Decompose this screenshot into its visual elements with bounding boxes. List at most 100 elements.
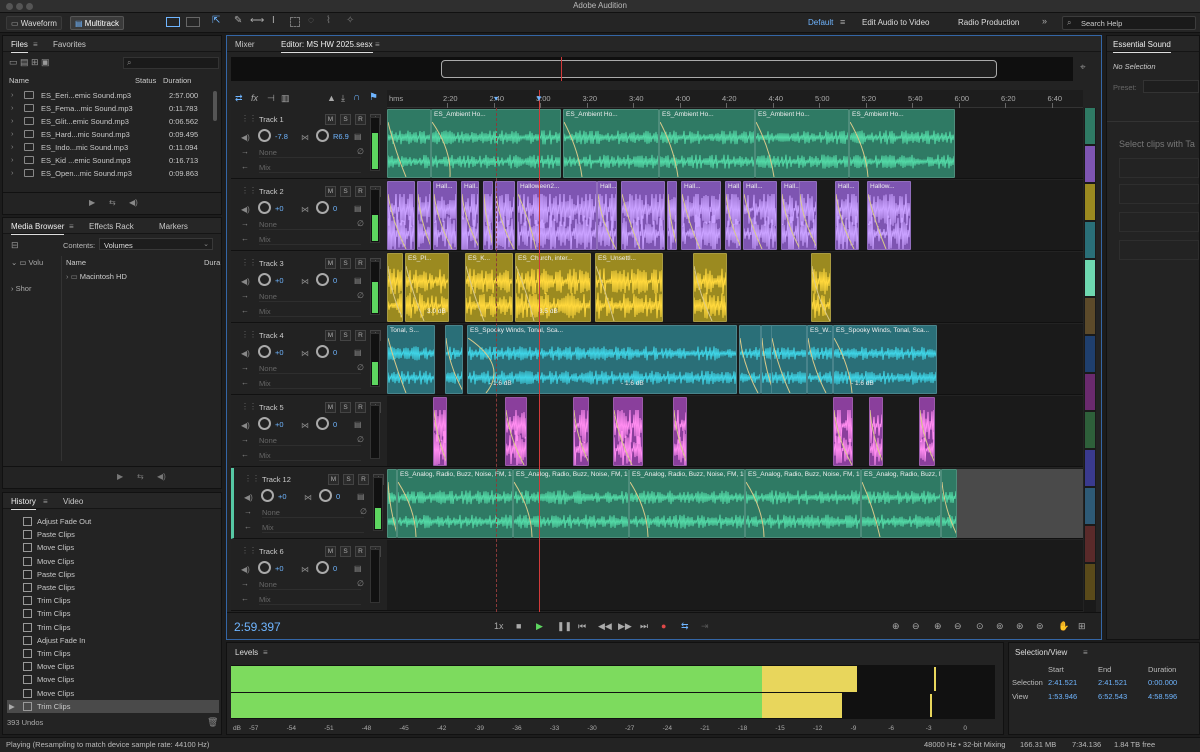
type-music[interactable] <box>1119 184 1199 204</box>
audio-clip[interactable] <box>573 397 589 466</box>
track-lane[interactable]: ES_Pl... ES_K... ES_Church, inter... ES_Uns… <box>387 252 1083 323</box>
drag-handle-icon[interactable]: ⋮⋮ <box>241 402 257 411</box>
speed-button[interactable]: 1x <box>494 621 504 631</box>
snap-icon[interactable]: ⤓ <box>341 93 345 104</box>
search-help-field[interactable]: ⌕ Search Help <box>1062 16 1196 30</box>
zoom-in-time-icon[interactable]: ⊕ <box>934 621 942 632</box>
pause-icon[interactable]: ❚❚ <box>557 621 572 632</box>
menu-icon[interactable]: ▤ <box>354 204 362 213</box>
output-select[interactable]: Mix <box>259 307 361 317</box>
file-row[interactable]: › ES_Open...mic Sound.mp3 0:09.863 <box>7 167 219 180</box>
zoom-tracks-icon[interactable]: ⊞ <box>1078 621 1086 632</box>
menu-icon[interactable]: ▤ <box>354 420 362 429</box>
track-lane[interactable]: ES_Ambient Ho... ES_Ambient Ho... ES_Ambie… <box>387 108 1083 179</box>
zoom-in-left-icon[interactable]: ⊛ <box>1016 621 1024 632</box>
history-item[interactable]: Move Clips <box>7 541 219 554</box>
history-item[interactable]: Trim Clips <box>7 607 219 620</box>
minimap-track[interactable] <box>1085 450 1095 486</box>
preset-dropdown[interactable] <box>1143 80 1199 93</box>
razor-tool-icon[interactable]: ✎ <box>234 15 242 26</box>
col-duration[interactable]: Duration <box>163 76 191 85</box>
audio-clip[interactable] <box>869 397 883 466</box>
fast-forward-icon[interactable]: ▶▶ <box>618 621 632 632</box>
col-name[interactable]: Name <box>9 76 29 85</box>
track-name[interactable]: Track 2 <box>259 187 284 196</box>
tab-files[interactable]: Files <box>11 40 28 53</box>
workspace-menu-icon[interactable]: ≡ <box>840 17 845 27</box>
pitch-view-icon[interactable] <box>186 17 200 27</box>
audio-clip[interactable] <box>621 181 665 250</box>
audio-clip[interactable] <box>387 109 431 178</box>
input-select[interactable]: None <box>259 148 361 158</box>
volume-value[interactable]: +0 <box>275 564 284 573</box>
audio-clip[interactable] <box>739 325 761 394</box>
zoom-in-right-icon[interactable]: ⊜ <box>1036 621 1044 632</box>
track-name[interactable]: Track 4 <box>259 331 284 340</box>
audio-clip[interactable]: Hallow... <box>867 181 911 250</box>
audio-clip[interactable] <box>433 397 447 466</box>
audio-clip[interactable]: ES_Analog, Radio, Buzz, Noise, FM, 100K.… <box>629 469 745 538</box>
selection-end[interactable]: 2:41.521 <box>1098 678 1127 687</box>
chevron-right-icon[interactable]: › <box>11 103 14 112</box>
volume-value[interactable]: +0 <box>275 276 284 285</box>
files-scrollbar[interactable] <box>213 91 217 121</box>
audio-clip[interactable]: ES_K... <box>465 253 513 322</box>
track-lane[interactable] <box>387 396 1083 467</box>
chevron-right-icon[interactable]: › <box>11 142 14 151</box>
time-ruler[interactable]: hms 2:20 2:40 3:00 3:20 3:40 4:00 4:20 4:40 5:00 5… <box>387 90 1083 108</box>
chevron-right-icon[interactable]: › <box>11 168 14 177</box>
track-name[interactable]: Track 5 <box>259 403 284 412</box>
volume-icon[interactable]: ◀) <box>157 472 166 481</box>
pan-value[interactable]: 0 <box>333 420 337 429</box>
volume-knob[interactable] <box>258 129 271 142</box>
tab-editor[interactable]: Editor: MS HW 2025.sesx <box>281 40 373 53</box>
tab-mixer[interactable]: Mixer <box>235 40 255 49</box>
pan-knob[interactable] <box>316 561 329 574</box>
track-header[interactable]: ⋮⋮Track 2MSRI◀)+0⋈0▤→None∅←Mix <box>231 180 387 251</box>
mute-button[interactable]: M <box>325 330 336 341</box>
volume-knob[interactable] <box>261 489 274 502</box>
workspace-default[interactable]: Default <box>804 16 837 30</box>
history-item[interactable]: Adjust Fade Out <box>7 515 219 528</box>
audio-clip[interactable] <box>673 397 687 466</box>
arm-record-button[interactable]: R <box>358 474 369 485</box>
type-ambience[interactable] <box>1119 240 1199 260</box>
mute-button[interactable]: M <box>325 186 336 197</box>
solo-button[interactable]: S <box>340 114 351 125</box>
rewind-icon[interactable]: ◀◀ <box>598 621 612 632</box>
tab-favorites[interactable]: Favorites <box>53 40 86 49</box>
arm-record-button[interactable]: R <box>355 546 366 557</box>
pan-knob[interactable] <box>316 201 329 214</box>
output-select[interactable]: Mix <box>259 235 361 245</box>
arm-record-button[interactable]: R <box>355 402 366 413</box>
solo-button[interactable]: S <box>340 546 351 557</box>
audio-clip[interactable]: Hall... <box>433 181 457 250</box>
selection-duration[interactable]: 0:00.000 <box>1148 678 1177 687</box>
play-icon[interactable]: ▶ <box>536 621 543 632</box>
overview-viewport[interactable] <box>441 60 997 78</box>
zoom-in-amplitude-icon[interactable]: ⊕ <box>892 621 900 632</box>
lasso-tool-icon[interactable]: ◌ <box>308 15 314 26</box>
audio-clip[interactable]: Hall... <box>725 181 741 250</box>
drag-handle-icon[interactable]: ⋮⋮ <box>241 186 257 195</box>
pan-knob[interactable] <box>319 489 332 502</box>
workspace-radio[interactable]: Radio Production <box>954 16 1023 30</box>
zoom-full-icon[interactable]: ⊙ <box>976 621 984 632</box>
volume-item[interactable]: › ▭ Macintosh HD <box>66 272 127 281</box>
pan-value[interactable]: R6.9 <box>333 132 349 141</box>
history-item[interactable]: Move Clips <box>7 673 219 686</box>
stop-icon[interactable]: ■ <box>516 621 521 631</box>
output-select[interactable]: Mix <box>259 451 361 461</box>
audio-clip[interactable] <box>919 397 935 466</box>
tab-media-browser[interactable]: Media Browser <box>11 222 65 235</box>
track-header[interactable]: ⋮⋮Track 1MSRI◀)-7.8⋈R6.9▤→None∅←Mix <box>231 108 387 179</box>
file-row[interactable]: › ES_Kid ...emic Sound.mp3 0:16.713 <box>7 154 219 167</box>
open-file-icon[interactable]: ▭ ▤ ⊞ ▣ <box>9 57 50 68</box>
view-duration[interactable]: 4:58.596 <box>1148 692 1177 701</box>
tab-markers[interactable]: Markers <box>159 222 188 231</box>
track-header[interactable]: ⋮⋮Track 4MSRI◀)+0⋈0▤→None∅←Mix <box>231 324 387 395</box>
audio-clip[interactable] <box>941 469 957 538</box>
track-lane[interactable]: Hall...Hall...Halloween2...Hall...Hall..… <box>387 180 1083 251</box>
minimap-track[interactable] <box>1085 260 1095 296</box>
volume-icon[interactable]: ◀) <box>129 198 138 207</box>
